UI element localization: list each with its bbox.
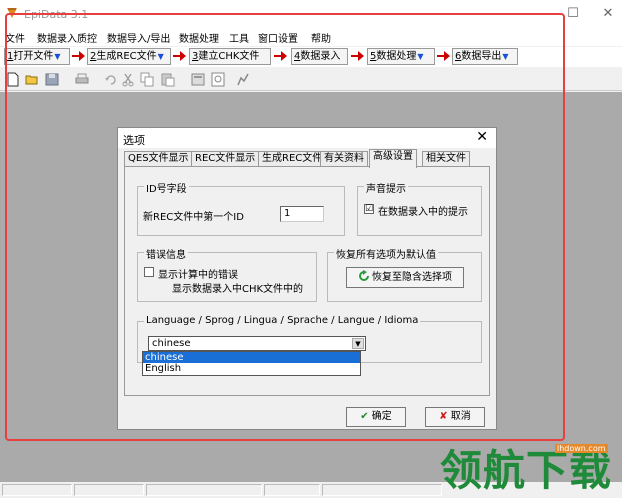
undo-icon[interactable] [104,72,118,87]
options-dialog: 选项 ✕ QES文件显示 REC文件显示 生成REC文件 有关资料 高级设置 相… [117,127,497,430]
menu-bar: 文件 数据录入质控 数据导入/导出 数据处理 工具 窗口设置 帮助 [0,28,622,46]
error-group-legend: 错误信息 [144,246,188,261]
tab-rec-display[interactable]: REC文件显示 [191,151,260,167]
arrow-right-icon [351,51,364,61]
maximize-button[interactable]: ☐ [563,6,583,22]
sound-prompt-checkbox[interactable]: ☑ [364,204,374,214]
show-calc-errors-label: 显示计算中的错误 [158,270,238,281]
sound-group-legend: 声音提示 [364,180,408,195]
language-option-english[interactable]: English [143,363,360,374]
error-info-group: 错误信息 显示计算中的错误 显示数据录入中CHK文件中的 [137,246,317,302]
minimize-button[interactable]: — [527,6,547,22]
dialog-title: 选项 [123,134,145,147]
window-title: EpiData 3.1 [24,8,89,21]
first-id-input[interactable]: 1 [280,206,324,222]
calculator-icon[interactable] [191,72,205,87]
chevron-down-icon: ▼ [54,52,61,61]
arrow-right-icon [274,51,287,61]
tab-generate-rec[interactable]: 生成REC文件 [258,151,327,167]
new-file-icon[interactable] [6,72,20,87]
dialog-title-bar: 选项 ✕ [118,128,496,148]
ok-label: 确定 [371,411,392,422]
tab-related-info[interactable]: 有关资料 [320,151,368,167]
language-selected-value: chinese [152,338,191,349]
arrow-right-icon [72,51,85,61]
close-window-button[interactable]: ✕ [598,6,618,22]
menu-data-processing[interactable]: 数据处理 [179,30,219,45]
toolbar [0,69,622,91]
watermark-site: lhdown.com [555,444,608,453]
menu-window[interactable]: 窗口设置 [258,30,298,45]
status-panel [322,484,442,496]
id-group-legend: ID号字段 [144,180,189,195]
menu-data-entry-qc[interactable]: 数据录入质控 [37,30,97,45]
workflow-step-bar: 1打开文件▼ 2生成REC文件▼ 3建立CHK文件 4数据录入 5数据处理▼ 6… [0,47,622,67]
reset-group-legend: 恢复所有选项为默认值 [334,246,438,261]
checkmark-icon: ✔ [360,411,369,422]
app-logo-icon [7,8,17,18]
title-bar: EpiData 3.1 — ☐ ✕ [0,0,622,28]
menu-help[interactable]: 帮助 [311,30,331,45]
chart-icon[interactable] [236,72,250,87]
close-icon[interactable]: ✕ [476,129,488,145]
restore-defaults-label: 恢复至隐含选择项 [372,272,452,283]
language-select[interactable]: chinese ▼ [148,336,366,351]
paste-icon[interactable] [161,72,175,87]
step-data-export[interactable]: 6数据导出▼ [452,48,518,65]
step-data-processing[interactable]: 5数据处理▼ [367,48,435,65]
tab-related-files[interactable]: 相关文件 [422,151,470,167]
ok-button[interactable]: ✔ 确定 [346,407,406,427]
menu-tools[interactable]: 工具 [229,30,249,45]
print-icon[interactable] [75,72,89,87]
save-icon[interactable] [45,72,59,87]
step-open-file[interactable]: 1打开文件▼ [4,48,70,65]
chevron-down-icon: ▼ [157,52,164,61]
sound-prompt-group: 声音提示 ☑ 在数据录入中的提示 [357,180,482,236]
open-folder-icon[interactable] [25,72,39,87]
cancel-button[interactable]: ✘ 取消 [425,407,485,427]
status-panel [2,484,72,496]
show-calc-errors-checkbox[interactable] [144,267,154,277]
menu-import-export[interactable]: 数据导入/导出 [107,30,170,45]
status-panel [264,484,320,496]
cancel-label: 取消 [450,411,471,422]
language-group-legend: Language / Sprog / Lingua / Sprache / La… [144,315,421,326]
arrow-right-icon [437,51,450,61]
form-icon[interactable] [211,72,225,87]
copy-icon[interactable] [140,72,154,87]
first-id-label: 新REC文件中第一个ID [143,212,244,223]
chevron-down-icon: ▼ [417,52,424,61]
cut-icon[interactable] [121,72,135,87]
step-generate-rec[interactable]: 2生成REC文件▼ [87,48,171,65]
sound-prompt-label: 在数据录入中的提示 [378,207,468,218]
language-dropdown-list: chinese English [142,351,361,376]
restore-defaults-button[interactable]: 恢复至隐含选择项 [346,267,464,288]
arrow-right-icon [173,51,186,61]
status-panel [74,484,144,496]
reset-defaults-group: 恢复所有选项为默认值 恢复至隐含选择项 [327,246,482,302]
tab-qes-display[interactable]: QES文件显示 [124,151,193,167]
show-chk-errors-label: 显示数据录入中CHK文件中的 [172,284,304,295]
language-option-chinese[interactable]: chinese [143,352,360,363]
chevron-down-icon: ▼ [502,52,509,61]
refresh-icon [359,270,369,281]
chevron-down-icon[interactable]: ▼ [352,338,364,349]
x-mark-icon: ✘ [439,411,448,422]
id-field-group: ID号字段 新REC文件中第一个ID 1 [137,180,345,236]
tab-advanced-settings[interactable]: 高级设置 [369,149,417,168]
step-data-entry[interactable]: 4数据录入 [291,48,348,65]
status-panel [146,484,262,496]
menu-file[interactable]: 文件 [5,30,25,45]
step-build-chk[interactable]: 3建立CHK文件 [189,48,271,65]
